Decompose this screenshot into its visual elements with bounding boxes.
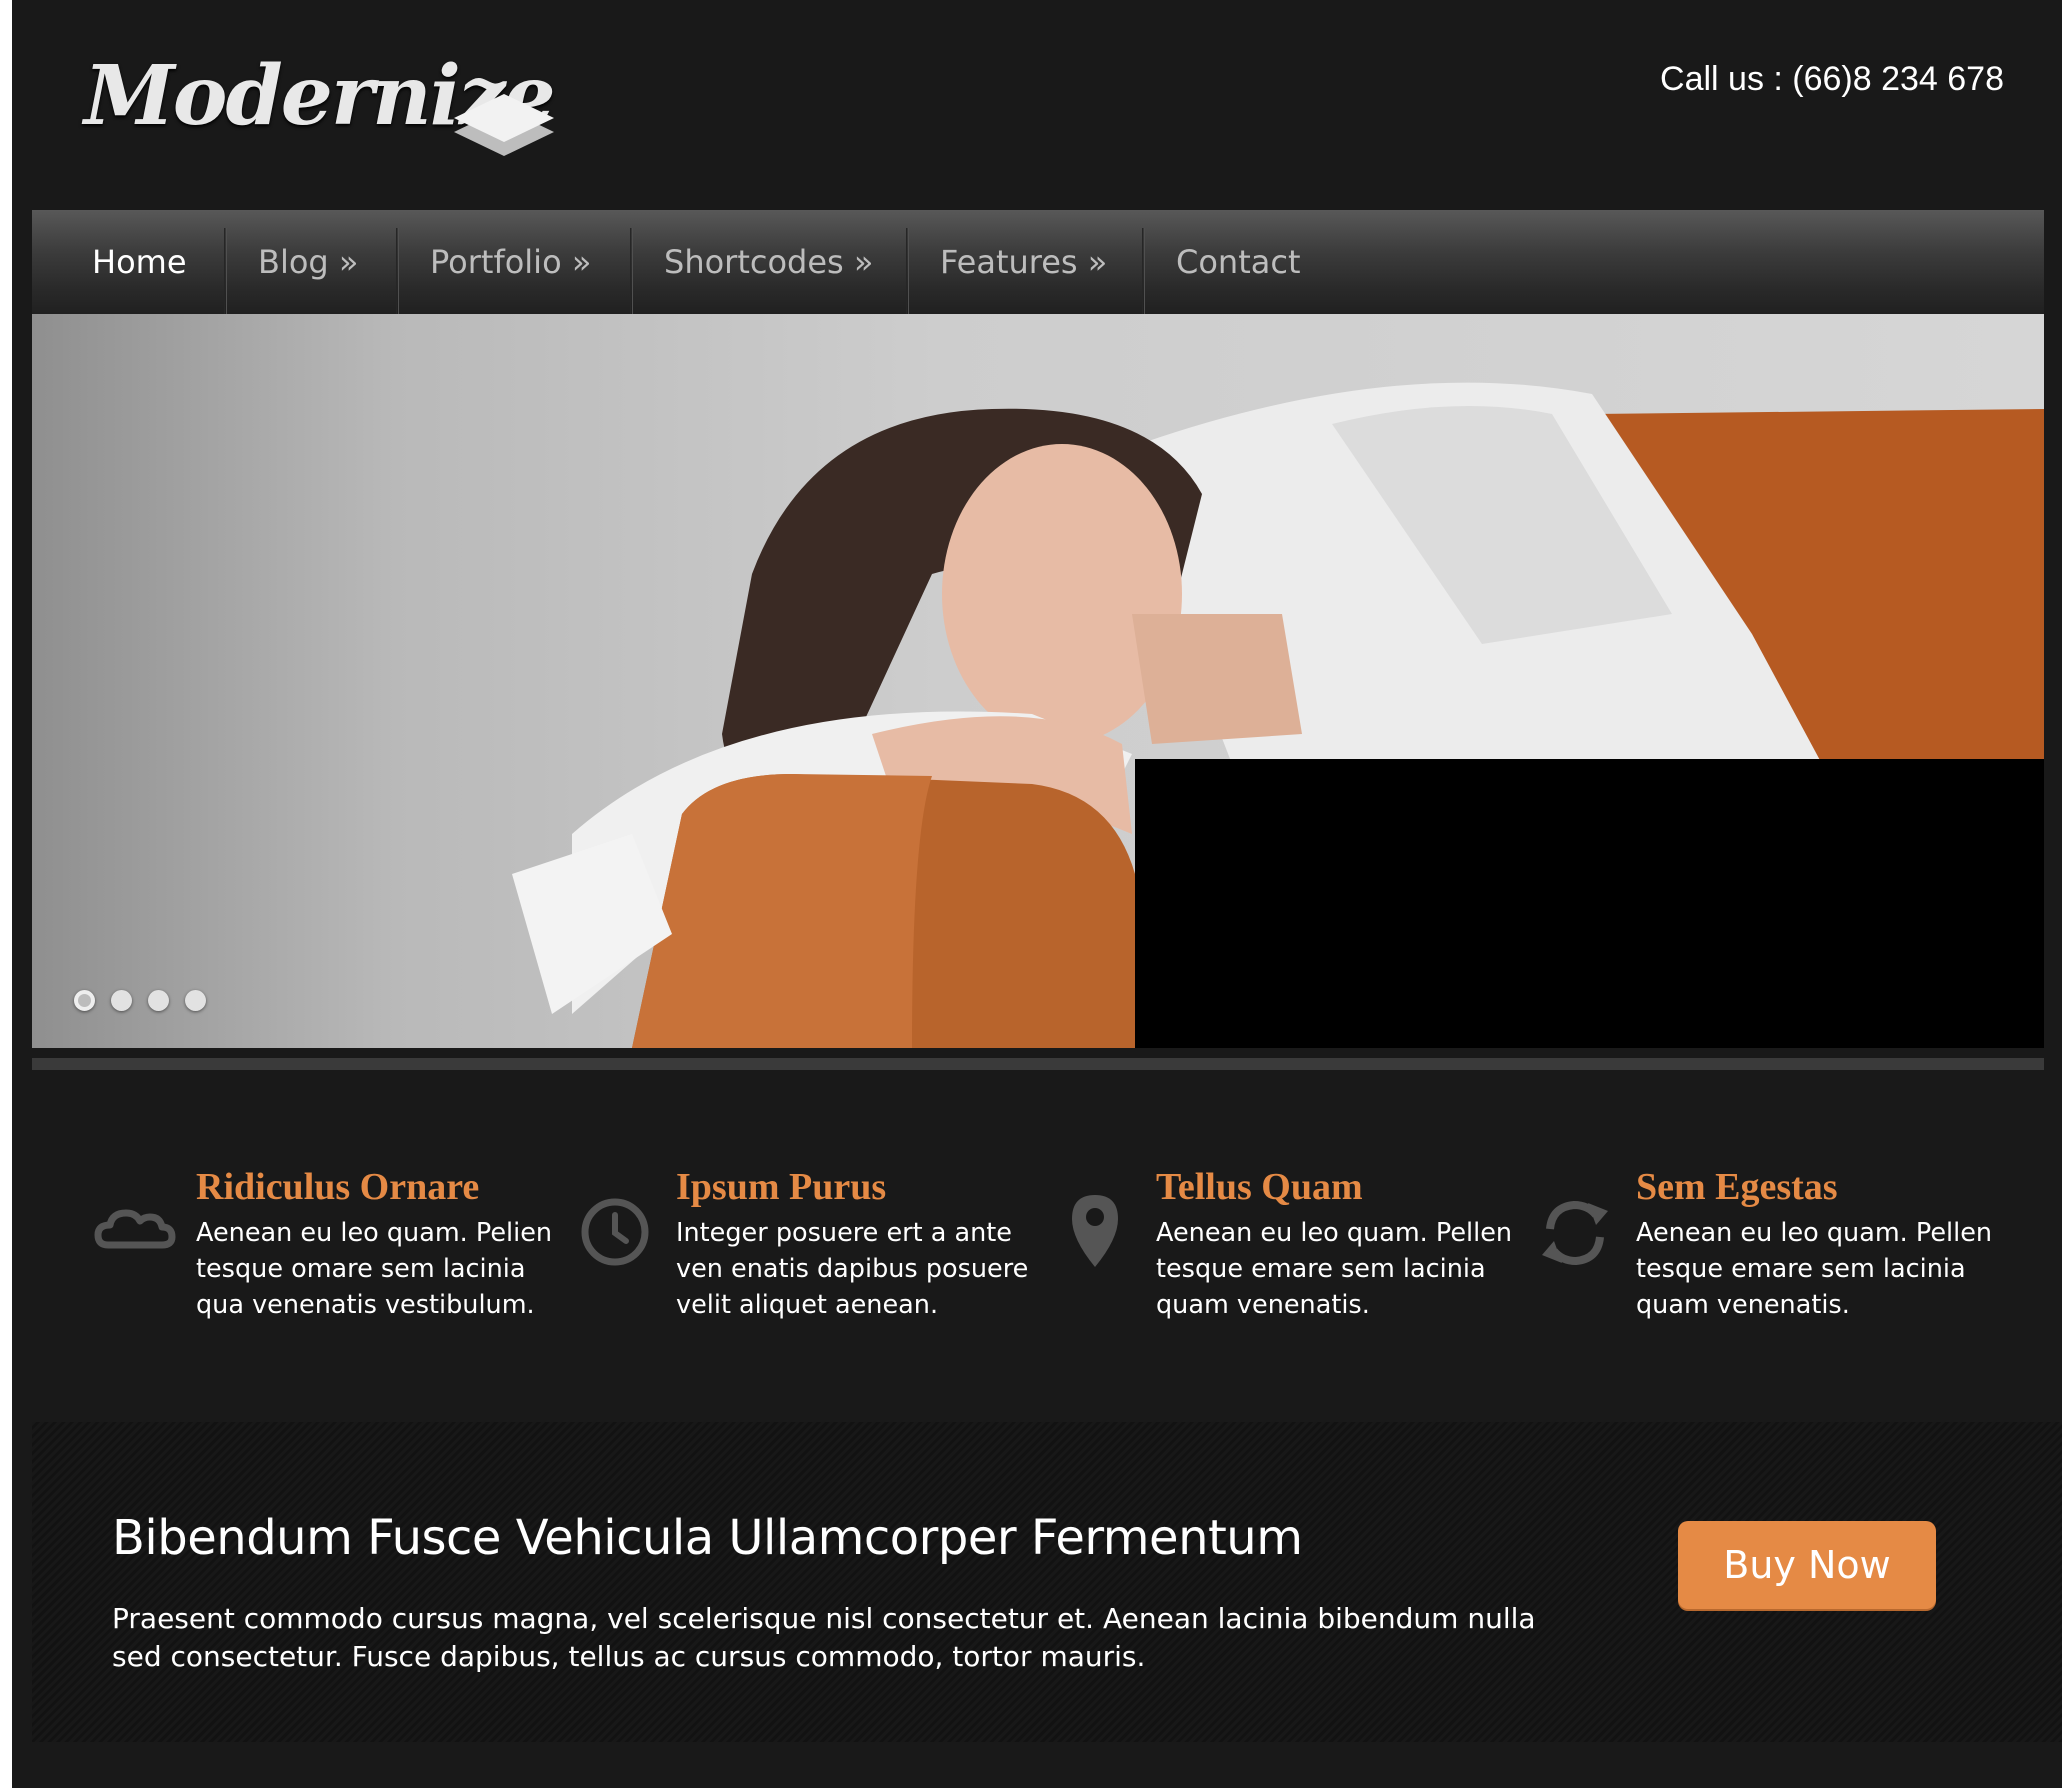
map-pin-icon (1072, 1195, 1118, 1267)
nav-features[interactable]: Features » (940, 210, 1107, 314)
cloud-icon (94, 1209, 176, 1249)
feature-title: Ipsum Purus (676, 1166, 887, 1208)
slider-dot[interactable] (148, 990, 169, 1011)
cta-title: Bibendum Fusce Vehicula Ullamcorper Ferm… (112, 1510, 1303, 1566)
slide-caption-box (1135, 759, 2044, 1048)
slider-dot[interactable] (74, 990, 95, 1011)
nav-blog[interactable]: Blog » (258, 210, 358, 314)
refresh-icon (1542, 1200, 1608, 1266)
slider-bottom-bar (32, 1058, 2044, 1070)
call-to-action: Bibendum Fusce Vehicula Ullamcorper Ferm… (32, 1422, 2062, 1742)
nav-shortcodes[interactable]: Shortcodes » (664, 210, 873, 314)
site-logo[interactable]: Modernize (84, 48, 584, 168)
nav-home[interactable]: Home (92, 210, 187, 314)
nav-contact[interactable]: Contact (1176, 210, 1301, 314)
nav-divider (1142, 228, 1145, 314)
nav-divider (396, 228, 399, 314)
feature-text: Aenean eu leo quam. Pellen tesque emare … (1636, 1218, 1993, 1320)
nav-divider (630, 228, 633, 314)
feature-title: Ridiculus Ornare (196, 1166, 480, 1208)
clock-icon (581, 1198, 649, 1266)
feature-text: Aenean eu leo quam. Pellen tesque emare … (1156, 1218, 1513, 1320)
phone-number: Call us : (66)8 234 678 (1660, 60, 2004, 98)
slider-pagination (74, 990, 206, 1011)
main-nav: Home Blog » Portfolio » Shortcodes » Fea… (32, 210, 2044, 314)
nav-divider (906, 228, 909, 314)
page: Modernize Call us : (66)8 234 678 Home B… (12, 0, 2062, 1788)
feature-text: Aenean eu leo quam. Pelien tesque omare … (196, 1218, 553, 1320)
nav-divider (224, 228, 227, 314)
slider-dot[interactable] (185, 990, 206, 1011)
feature-title: Tellus Quam (1156, 1166, 1363, 1208)
buy-now-button[interactable]: Buy Now (1678, 1521, 1936, 1609)
cta-text: Praesent commodo cursus magna, vel scele… (112, 1602, 1536, 1673)
nav-portfolio[interactable]: Portfolio » (430, 210, 591, 314)
layers-logo-icon (454, 94, 554, 156)
slider-dot[interactable] (111, 990, 132, 1011)
feature-title: Sem Egestas (1636, 1166, 1838, 1208)
hero-slider[interactable] (32, 314, 2044, 1048)
feature-text: Integer posuere ert a ante ven enatis da… (676, 1218, 1029, 1320)
